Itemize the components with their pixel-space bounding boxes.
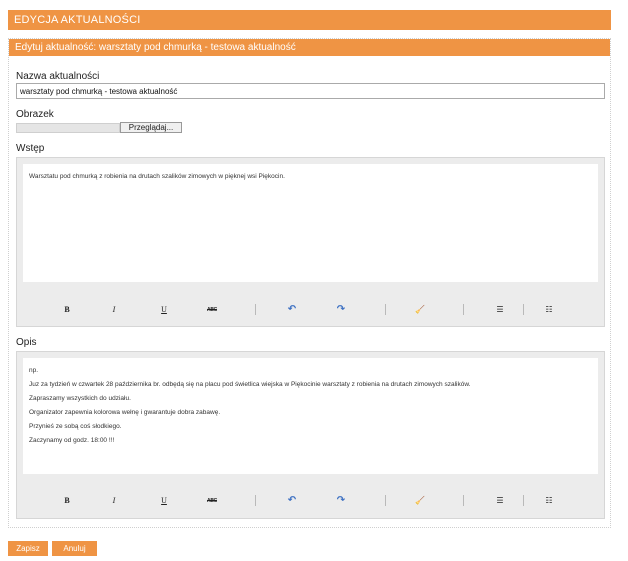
clear-format-icon[interactable]: 🧹 <box>411 304 429 316</box>
toolbar-divider <box>255 304 256 315</box>
description-line: Organizator zapewnia kolorowa wełnę i gw… <box>29 409 221 416</box>
bold-icon[interactable]: B <box>58 495 76 507</box>
strikethrough-icon[interactable]: ABC <box>203 495 221 507</box>
toolbar-divider <box>385 304 386 315</box>
description-editor-area[interactable]: np. Juz za tydzień w czwartek 28 paździe… <box>23 358 598 474</box>
page-title: EDYCJA AKTUALNOŚCI <box>8 10 611 30</box>
name-label: Nazwa aktualności <box>16 71 100 82</box>
toolbar-divider <box>255 495 256 506</box>
cancel-button[interactable]: Anuluj <box>52 541 97 556</box>
italic-icon[interactable]: I <box>105 304 123 316</box>
redo-icon[interactable]: ↷ <box>332 304 350 316</box>
toolbar-divider <box>523 495 524 506</box>
description-line: Juz za tydzień w czwartek 28 październik… <box>29 381 471 388</box>
intro-text: Warsztatu pod chmurką z robienia na drut… <box>29 173 285 180</box>
toolbar-divider <box>463 495 464 506</box>
undo-icon[interactable]: ↶ <box>283 304 301 316</box>
toolbar-divider <box>463 304 464 315</box>
description-line: Zaczynamy od godz. 18:00 !!! <box>29 437 115 444</box>
strikethrough-icon[interactable]: ABC <box>203 304 221 316</box>
bullet-list-icon[interactable]: ☰ <box>491 495 509 507</box>
intro-editor: Warsztatu pod chmurką z robienia na drut… <box>16 157 605 327</box>
browse-button[interactable]: Przeglądaj... <box>120 122 182 133</box>
numbered-list-icon[interactable]: ☷ <box>540 304 558 316</box>
numbered-list-icon[interactable]: ☷ <box>540 495 558 507</box>
underline-icon[interactable]: U <box>155 495 173 507</box>
description-line: np. <box>29 367 39 374</box>
intro-editor-area[interactable]: Warsztatu pod chmurką z robienia na drut… <box>23 164 598 282</box>
image-label: Obrazek <box>16 109 54 120</box>
panel-title: Edytuj aktualność: warsztaty pod chmurką… <box>9 39 610 56</box>
bold-icon[interactable]: B <box>58 304 76 316</box>
underline-icon[interactable]: U <box>155 304 173 316</box>
intro-toolbar: B I U ABC ↶ ↷ 🧹 ☰ ☷ <box>17 300 604 320</box>
description-line: Przynieś ze sobą coś słodkiego. <box>29 423 122 430</box>
save-button[interactable]: Zapisz <box>8 541 48 556</box>
redo-icon[interactable]: ↷ <box>332 495 350 507</box>
undo-icon[interactable]: ↶ <box>283 495 301 507</box>
toolbar-divider <box>523 304 524 315</box>
bullet-list-icon[interactable]: ☰ <box>491 304 509 316</box>
description-editor: np. Juz za tydzień w czwartek 28 paździe… <box>16 351 605 519</box>
description-line: Zapraszamy wszystkich do udziału. <box>29 395 131 402</box>
clear-format-icon[interactable]: 🧹 <box>411 495 429 507</box>
name-input[interactable] <box>16 83 605 99</box>
description-label: Opis <box>16 337 37 348</box>
edit-news-form: Edytuj aktualność: warsztaty pod chmurką… <box>8 38 611 528</box>
italic-icon[interactable]: I <box>105 495 123 507</box>
intro-label: Wstęp <box>16 143 45 154</box>
file-path-field[interactable] <box>16 123 120 133</box>
description-toolbar: B I U ABC ↶ ↷ 🧹 ☰ ☷ <box>17 491 604 511</box>
toolbar-divider <box>385 495 386 506</box>
